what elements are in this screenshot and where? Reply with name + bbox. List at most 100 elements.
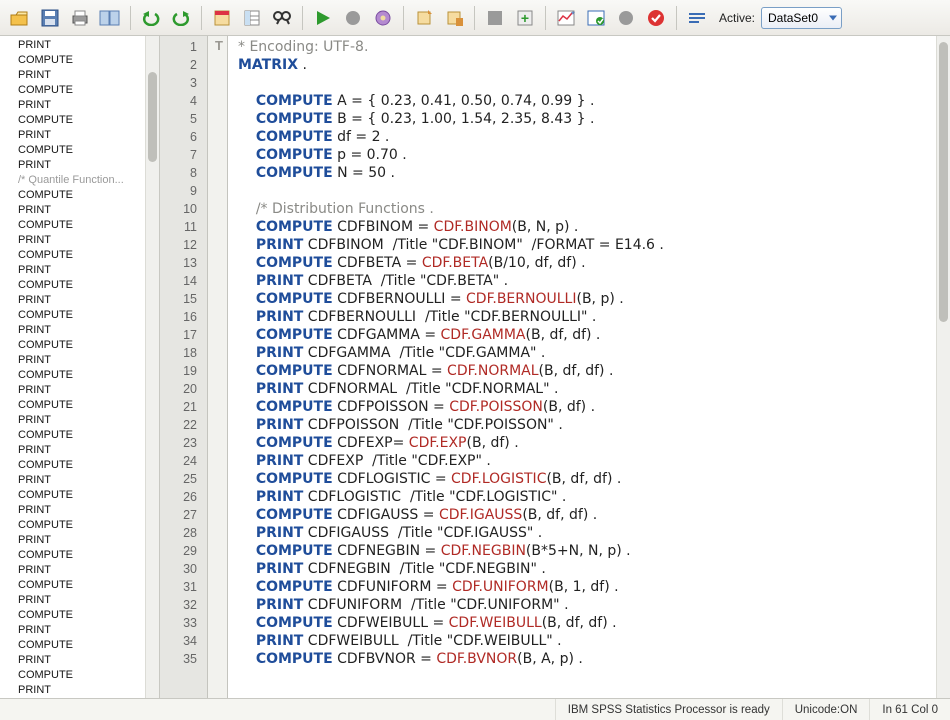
code-line[interactable]: PRINT CDFUNIFORM /Title "CDF.UNIFORM" .	[238, 596, 930, 614]
code-line[interactable]: COMPUTE CDFIGAUSS = CDF.IGAUSS(B, df, df…	[238, 506, 930, 524]
save-button[interactable]	[36, 4, 64, 32]
code-area[interactable]: * Encoding: UTF-8.MATRIX . COMPUTE A = {…	[228, 36, 936, 698]
code-line[interactable]: COMPUTE df = 2 .	[238, 128, 930, 146]
outline-item[interactable]: PRINT	[0, 533, 145, 548]
code-line[interactable]: COMPUTE p = 0.70 .	[238, 146, 930, 164]
outline-item[interactable]: COMPUTE	[0, 668, 145, 683]
code-line[interactable]: PRINT CDFBINOM /Title "CDF.BINOM" /FORMA…	[238, 236, 930, 254]
code-line[interactable]: COMPUTE CDFBERNOULLI = CDF.BERNOULLI(B, …	[238, 290, 930, 308]
find-button[interactable]	[268, 4, 296, 32]
outline-item[interactable]: PRINT	[0, 158, 145, 173]
code-line[interactable]: COMPUTE CDFLOGISTIC = CDF.LOGISTIC(B, df…	[238, 470, 930, 488]
outline-item[interactable]: COMPUTE	[0, 53, 145, 68]
code-line[interactable]: /* Distribution Functions .	[238, 200, 930, 218]
code-line[interactable]: PRINT CDFBETA /Title "CDF.BETA" .	[238, 272, 930, 290]
outline-item[interactable]: COMPUTE	[0, 398, 145, 413]
outline-item[interactable]: PRINT	[0, 98, 145, 113]
outline-item[interactable]: COMPUTE	[0, 578, 145, 593]
code-line[interactable]: COMPUTE CDFEXP= CDF.EXP(B, df) .	[238, 434, 930, 452]
code-line[interactable]: PRINT CDFNORMAL /Title "CDF.NORMAL" .	[238, 380, 930, 398]
toggle-comment-button[interactable]	[683, 4, 711, 32]
code-line[interactable]: COMPUTE CDFBETA = CDF.BETA(B/10, df, df)…	[238, 254, 930, 272]
validate-button[interactable]	[642, 4, 670, 32]
outline-item[interactable]: PRINT	[0, 383, 145, 398]
outline-item[interactable]: COMPUTE	[0, 143, 145, 158]
outline-item[interactable]: PRINT	[0, 68, 145, 83]
code-line[interactable]: COMPUTE CDFPOISSON = CDF.POISSON(B, df) …	[238, 398, 930, 416]
dataset-select[interactable]: DataSet0	[761, 7, 842, 29]
outline-item[interactable]: PRINT	[0, 353, 145, 368]
outline-item[interactable]: PRINT	[0, 473, 145, 488]
outline-item[interactable]: PRINT	[0, 623, 145, 638]
syntax-help-button[interactable]	[582, 4, 610, 32]
code-line[interactable]: COMPUTE CDFNORMAL = CDF.NORMAL(B, df, df…	[238, 362, 930, 380]
variables-button[interactable]	[238, 4, 266, 32]
outline-item[interactable]: PRINT	[0, 413, 145, 428]
outline-list[interactable]: PRINTCOMPUTEPRINTCOMPUTEPRINTCOMPUTEPRIN…	[0, 36, 145, 698]
code-line[interactable]: PRINT CDFIGAUSS /Title "CDF.IGAUSS" .	[238, 524, 930, 542]
outline-item[interactable]: COMPUTE	[0, 83, 145, 98]
outline-item[interactable]: PRINT	[0, 128, 145, 143]
code-line[interactable]: PRINT CDFBERNOULLI /Title "CDF.BERNOULLI…	[238, 308, 930, 326]
print-button[interactable]	[66, 4, 94, 32]
code-line[interactable]: PRINT CDFPOISSON /Title "CDF.POISSON" .	[238, 416, 930, 434]
outline-item[interactable]: COMPUTE	[0, 458, 145, 473]
outline-item[interactable]: PRINT	[0, 233, 145, 248]
redo-button[interactable]	[167, 4, 195, 32]
code-line[interactable]: COMPUTE CDFBVNOR = CDF.BVNOR(B, A, p) .	[238, 650, 930, 668]
code-line[interactable]: PRINT CDFNEGBIN /Title "CDF.NEGBIN" .	[238, 560, 930, 578]
outline-item[interactable]: COMPUTE	[0, 278, 145, 293]
code-line[interactable]: COMPUTE N = 50 .	[238, 164, 930, 182]
outline-item[interactable]: PRINT	[0, 683, 145, 698]
code-line[interactable]: COMPUTE CDFWEIBULL = CDF.WEIBULL(B, df, …	[238, 614, 930, 632]
editor-scrollbar[interactable]	[936, 36, 950, 698]
outline-item[interactable]: PRINT	[0, 653, 145, 668]
goto-case-button[interactable]	[208, 4, 236, 32]
stop-button[interactable]	[339, 4, 367, 32]
preview-button[interactable]	[96, 4, 124, 32]
outline-item[interactable]: COMPUTE	[0, 113, 145, 128]
outline-item[interactable]: PRINT	[0, 203, 145, 218]
outline-item[interactable]: COMPUTE	[0, 548, 145, 563]
outline-item[interactable]: COMPUTE	[0, 338, 145, 353]
code-line[interactable]: PRINT CDFGAMMA /Title "CDF.GAMMA" .	[238, 344, 930, 362]
dialog-recall-button[interactable]	[369, 4, 397, 32]
outline-item[interactable]: PRINT	[0, 503, 145, 518]
outline-item[interactable]: PRINT	[0, 443, 145, 458]
outline-item[interactable]: COMPUTE	[0, 638, 145, 653]
code-line[interactable]: COMPUTE CDFBINOM = CDF.BINOM(B, N, p) .	[238, 218, 930, 236]
code-line[interactable]: COMPUTE A = { 0.23, 0.41, 0.50, 0.74, 0.…	[238, 92, 930, 110]
outline-item[interactable]: PRINT	[0, 323, 145, 338]
scrollbar-thumb[interactable]	[939, 42, 948, 322]
syntax-editor[interactable]: 1234567891011121314151617181920212223242…	[160, 36, 950, 698]
outline-item[interactable]: COMPUTE	[0, 368, 145, 383]
code-line[interactable]: COMPUTE B = { 0.23, 1.00, 1.54, 2.35, 8.…	[238, 110, 930, 128]
outline-item[interactable]: COMPUTE	[0, 608, 145, 623]
outline-item[interactable]: COMPUTE	[0, 428, 145, 443]
outline-item[interactable]: PRINT	[0, 38, 145, 53]
outline-item[interactable]: /* Quantile Function...	[0, 173, 145, 188]
insert-var-button[interactable]	[440, 4, 468, 32]
run-button[interactable]	[309, 4, 337, 32]
outline-item[interactable]: COMPUTE	[0, 518, 145, 533]
outline-item[interactable]: PRINT	[0, 593, 145, 608]
outline-item[interactable]: COMPUTE	[0, 488, 145, 503]
undo-button[interactable]	[137, 4, 165, 32]
code-line[interactable]: MATRIX .	[238, 56, 930, 74]
chart-builder-button[interactable]: *	[552, 4, 580, 32]
code-line[interactable]: COMPUTE CDFGAMMA = CDF.GAMMA(B, df, df) …	[238, 326, 930, 344]
outline-item[interactable]: PRINT	[0, 263, 145, 278]
outline-item[interactable]: PRINT	[0, 563, 145, 578]
new-syntax-button[interactable]: +	[511, 4, 539, 32]
outline-item[interactable]: COMPUTE	[0, 308, 145, 323]
outline-item[interactable]: COMPUTE	[0, 248, 145, 263]
record-button[interactable]	[612, 4, 640, 32]
outline-item[interactable]: PRINT	[0, 293, 145, 308]
open-button[interactable]	[6, 4, 34, 32]
insert-case-button[interactable]	[410, 4, 438, 32]
code-line[interactable]: COMPUTE CDFUNIFORM = CDF.UNIFORM(B, 1, d…	[238, 578, 930, 596]
code-line[interactable]	[238, 182, 930, 200]
code-line[interactable]: * Encoding: UTF-8.	[238, 38, 930, 56]
code-line[interactable]	[238, 74, 930, 92]
code-line[interactable]: COMPUTE CDFNEGBIN = CDF.NEGBIN(B*5+N, N,…	[238, 542, 930, 560]
